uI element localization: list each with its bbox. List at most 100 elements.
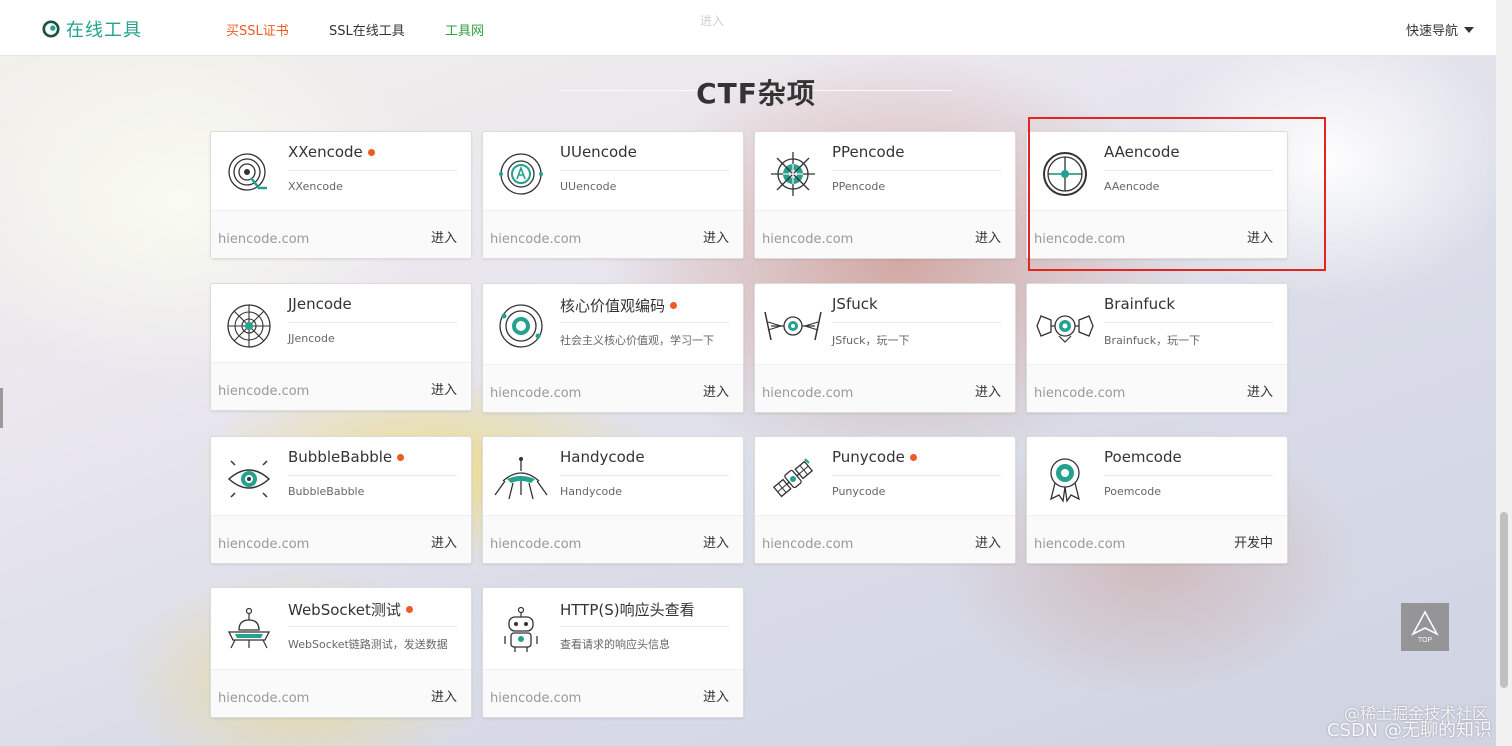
- top-label: TOP: [1418, 637, 1433, 644]
- card-domain: hiencode.com: [490, 691, 582, 706]
- card-footer: hiencode.com 进入: [483, 515, 743, 563]
- card-domain: hiencode.com: [1034, 537, 1126, 552]
- section-title: CTF杂项: [696, 77, 816, 110]
- side-handle[interactable]: [0, 388, 3, 428]
- card-title: JSfuck: [832, 295, 878, 313]
- card-domain: hiencode.com: [218, 691, 310, 706]
- card-domain: hiencode.com: [218, 384, 310, 399]
- lander-icon: [494, 457, 548, 500]
- card-title: Punycode: [832, 448, 917, 466]
- card-footer: hiencode.com 进入: [483, 364, 743, 412]
- card-title: 核心价值观编码: [560, 295, 678, 316]
- enter-link[interactable]: 进入: [703, 532, 729, 551]
- enter-link[interactable]: 进入: [431, 686, 457, 705]
- card-domain: hiencode.com: [762, 232, 854, 247]
- card-footer: hiencode.com 进入: [483, 669, 743, 717]
- tool-card-uuencode[interactable]: UUencode UUencode hiencode.com 进入: [482, 131, 744, 259]
- tie-fighter-icon: [764, 311, 822, 341]
- robot-icon: [504, 606, 538, 652]
- card-domain: hiencode.com: [490, 232, 582, 247]
- back-to-top-button[interactable]: TOP: [1401, 603, 1449, 651]
- logo-icon: [42, 20, 60, 38]
- tool-card-poemcode[interactable]: Poemcode Poemcode hiencode.com 开发中: [1026, 436, 1288, 564]
- card-domain: hiencode.com: [218, 232, 310, 247]
- card-description: UUencode: [560, 180, 617, 193]
- web-icon: [227, 304, 271, 348]
- card-footer: hiencode.com 进入: [211, 362, 471, 410]
- card-divider: [560, 322, 729, 323]
- card-footer: hiencode.com 进入: [755, 515, 1015, 563]
- nav-link-ssl-tools[interactable]: SSL在线工具: [329, 20, 405, 39]
- new-dot-icon: [909, 453, 917, 461]
- card-footer: hiencode.com 进入: [1027, 364, 1287, 412]
- card-title: PPencode: [832, 143, 905, 161]
- card-footer: hiencode.com 进入: [211, 669, 471, 717]
- card-footer: hiencode.com 进入: [755, 364, 1015, 412]
- tool-card-handycode[interactable]: Handycode Handycode hiencode.com 进入: [482, 436, 744, 564]
- card-divider: [560, 475, 729, 476]
- nav-link-tools-site[interactable]: 工具网: [445, 20, 484, 39]
- card-description: JJencode: [288, 332, 335, 345]
- card-title: WebSocket测试: [288, 599, 413, 620]
- card-title: HTTP(S)响应头查看: [560, 601, 695, 619]
- card-title: Poemcode: [1104, 448, 1182, 466]
- eye-icon: [227, 460, 271, 498]
- tool-card-bubblebabble[interactable]: BubbleBabble BubbleBabble hiencode.com 进…: [210, 436, 472, 564]
- card-title: BubbleBabble: [288, 448, 405, 466]
- csdn-watermark: CSDN @无聊的知识: [1326, 720, 1492, 741]
- enter-link[interactable]: 进入: [431, 227, 457, 246]
- enter-link[interactable]: 进入: [431, 532, 457, 551]
- orbit-icon: [499, 304, 543, 348]
- card-domain: hiencode.com: [1034, 386, 1126, 401]
- card-divider: [288, 626, 457, 627]
- card-description: JSfuck，玩一下: [832, 334, 910, 347]
- badge-icon: [1050, 458, 1080, 503]
- arrow-up-icon: TOP: [1411, 610, 1439, 644]
- tool-card-jsfuck[interactable]: JSfuck JSfuck，玩一下 hiencode.com 进入: [754, 283, 1016, 413]
- enter-link[interactable]: 进入: [975, 532, 1001, 551]
- enter-link[interactable]: 进入: [703, 686, 729, 705]
- card-domain: hiencode.com: [762, 386, 854, 401]
- card-description: Handycode: [560, 485, 623, 498]
- enter-link[interactable]: 进入: [975, 227, 1001, 246]
- card-footer: hiencode.com 进入: [483, 210, 743, 258]
- satellite-icon: [772, 458, 814, 498]
- enter-link[interactable]: 进入: [975, 381, 1001, 400]
- card-domain: hiencode.com: [218, 537, 310, 552]
- quick-nav-dropdown[interactable]: 快速导航: [1406, 20, 1474, 39]
- tool-card-core-values[interactable]: 核心价值观编码 社会主义核心价值观，学习一下 hiencode.com 进入: [482, 283, 744, 413]
- enter-link[interactable]: 进入: [431, 379, 457, 398]
- card-domain: hiencode.com: [490, 386, 582, 401]
- tool-card-http-headers[interactable]: HTTP(S)响应头查看 查看请求的响应头信息 hiencode.com 进入: [482, 587, 744, 718]
- nav-link-buy-ssl[interactable]: 买SSL证书: [226, 20, 289, 39]
- card-footer: hiencode.com 进入: [211, 210, 471, 258]
- compass-icon: [499, 153, 543, 195]
- helm-icon: [771, 152, 815, 196]
- card-divider: [832, 322, 1001, 323]
- enter-link[interactable]: 进入: [703, 381, 729, 400]
- card-title: JJencode: [288, 295, 352, 313]
- site-logo[interactable]: 在线工具: [42, 16, 142, 42]
- tool-card-brainfuck[interactable]: Brainfuck Brainfuck，玩一下 hiencode.com 进入: [1026, 283, 1288, 413]
- card-title: Handycode: [560, 448, 645, 466]
- scrollbar-thumb[interactable]: [1500, 512, 1508, 688]
- logo-text: 在线工具: [66, 20, 142, 41]
- card-description: XXencode: [288, 180, 343, 193]
- in-development-label: 开发中: [1233, 536, 1273, 551]
- tool-card-websocket[interactable]: WebSocket测试 WebSocket链路测试，发送数据 hiencode.…: [210, 587, 472, 718]
- card-divider: [288, 170, 457, 171]
- top-navbar: 在线工具 进入 买SSL证书 SSL在线工具 工具网 快速导航: [0, 0, 1496, 56]
- tool-card-ppencode[interactable]: PPencode PPencode hiencode.com 进入: [754, 131, 1016, 259]
- enter-link[interactable]: 进入: [703, 227, 729, 246]
- enter-link[interactable]: 进入: [1247, 381, 1273, 400]
- card-divider: [288, 475, 457, 476]
- tool-card-jjencode[interactable]: JJencode JJencode hiencode.com 进入: [210, 283, 472, 411]
- ufo-icon: [227, 607, 271, 649]
- quick-nav-label: 快速导航: [1405, 24, 1458, 39]
- card-divider: [288, 322, 457, 323]
- tool-card-xxencode[interactable]: XXencode XXencode hiencode.com 进入: [210, 131, 472, 259]
- tool-card-punycode[interactable]: Punycode Punycode hiencode.com 进入: [754, 436, 1016, 564]
- new-dot-icon: [670, 302, 678, 309]
- card-description: 查看请求的响应头信息: [560, 638, 670, 651]
- new-dot-icon: [367, 148, 375, 156]
